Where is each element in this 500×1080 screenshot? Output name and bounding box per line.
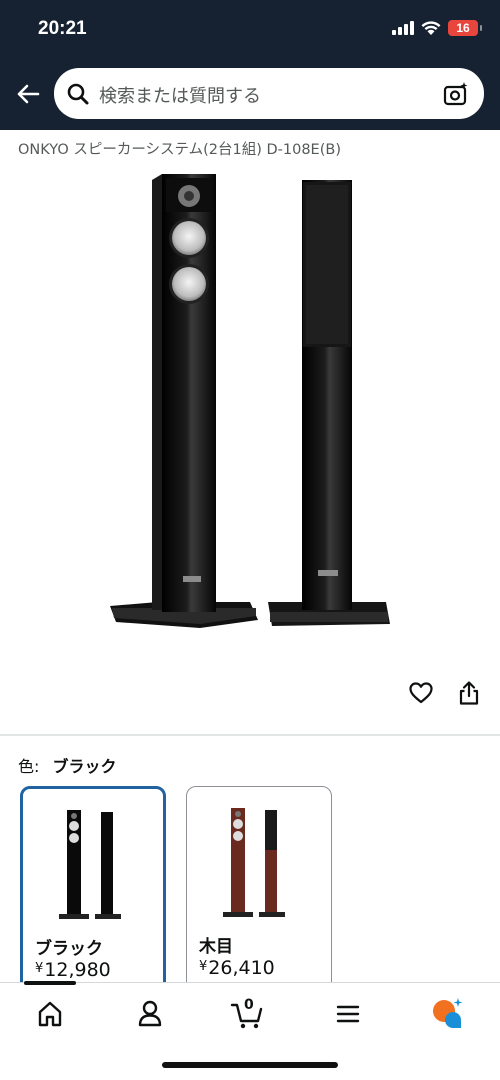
search-input[interactable]: 検索または質問する — [99, 82, 261, 108]
top-header: 20:21 16 検索または質問する — [0, 0, 500, 130]
color-option-wood[interactable]: 木目 ¥26,410 — [186, 786, 332, 996]
camera-search-icon[interactable] — [442, 80, 470, 108]
selected-color-value: ブラック — [52, 757, 117, 776]
color-selector-label: 色: ブラック — [18, 753, 117, 777]
price-value: 26,410 — [208, 957, 275, 979]
section-divider — [0, 734, 500, 736]
heart-icon[interactable] — [408, 680, 434, 706]
back-arrow-icon[interactable] — [14, 80, 42, 108]
menu-icon[interactable] — [331, 997, 365, 1031]
cart-count: 0 — [244, 997, 254, 1013]
active-tab-indicator — [24, 981, 76, 985]
home-icon[interactable] — [33, 997, 67, 1031]
color-option-price: ¥26,410 — [199, 957, 275, 979]
currency-symbol: ¥ — [35, 961, 44, 976]
status-time: 20:21 — [38, 18, 87, 39]
color-option-name: 木目 — [199, 937, 233, 957]
status-icons: 16 — [392, 20, 482, 36]
color-option-black[interactable]: ブラック ¥12,980 — [20, 786, 166, 996]
rufus-assistant-icon[interactable] — [431, 997, 465, 1031]
cart-button[interactable]: 0 — [230, 997, 264, 1031]
product-image[interactable] — [100, 170, 400, 640]
wifi-icon — [421, 21, 441, 35]
color-option-name: ブラック — [35, 939, 103, 959]
color-label-text: 色: — [18, 757, 40, 776]
search-icon — [67, 83, 89, 105]
product-title[interactable]: ONKYO スピーカーシステム(2台1組) D-108E(B) — [18, 138, 341, 159]
battery-icon: 16 — [448, 20, 482, 36]
product-actions — [408, 680, 482, 706]
search-bar[interactable]: 検索または質問する — [54, 68, 484, 119]
black-speaker-thumbnail — [59, 810, 121, 919]
account-icon[interactable] — [133, 997, 167, 1031]
cellular-signal-icon — [392, 21, 414, 35]
share-icon[interactable] — [456, 680, 482, 706]
color-option-price: ¥12,980 — [35, 959, 111, 981]
price-value: 12,980 — [44, 959, 111, 981]
currency-symbol: ¥ — [199, 959, 208, 974]
home-indicator-bar — [162, 1062, 338, 1068]
wood-speaker-thumbnail — [223, 808, 285, 917]
